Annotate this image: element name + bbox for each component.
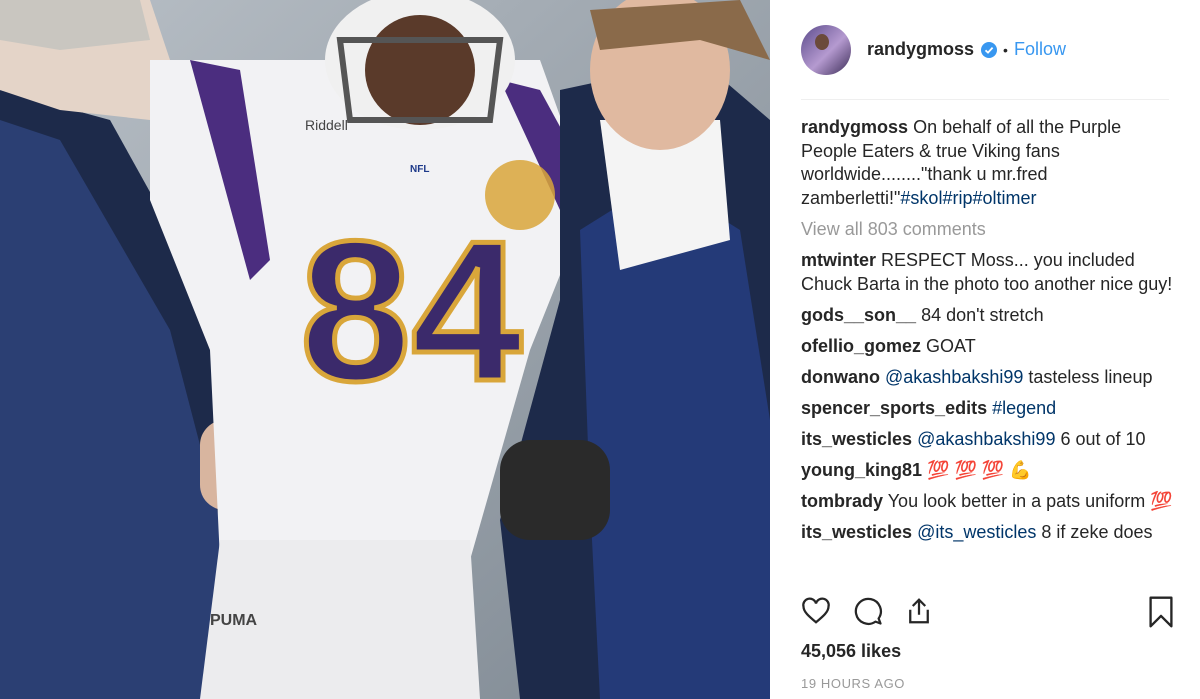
comment-mention[interactable]: @akashbakshi99: [885, 367, 1023, 387]
comment-username[interactable]: its_westicles: [801, 429, 912, 449]
comment-username[interactable]: tombrady: [801, 491, 883, 511]
caption-hashtags[interactable]: #skol#rip#oltimer: [900, 188, 1036, 208]
comment-text: tasteless lineup: [1028, 366, 1153, 387]
comment-username[interactable]: ofellio_gomez: [801, 336, 921, 356]
separator-dot: •: [1003, 41, 1008, 58]
brand-text-riddell: Riddell: [305, 117, 348, 133]
post-sidebar: randygmoss • Follow randygmoss On behalf…: [770, 0, 1200, 699]
avatar[interactable]: [801, 24, 851, 75]
comment-username[interactable]: young_king81: [801, 460, 922, 480]
verified-badge-icon: [981, 41, 998, 58]
post-header: randygmoss • Follow: [801, 0, 1169, 100]
comment-username[interactable]: spencer_sports_edits: [801, 398, 987, 418]
view-all-comments-link[interactable]: View all 803 comments: [801, 218, 1180, 242]
comment-mention[interactable]: @its_westicles: [917, 522, 1036, 542]
comment: spencer_sports_edits #legend: [801, 397, 1180, 421]
comment: ofellio_gomez GOAT: [801, 335, 1180, 359]
comment: mtwinter RESPECT Moss... you included Ch…: [801, 249, 1180, 296]
likes-count[interactable]: 45,056 likes: [801, 641, 901, 662]
instagram-post: 84 Riddell NFL PUMA randygmoss • Follow …: [0, 0, 1200, 699]
comment-username[interactable]: gods__son__: [801, 305, 916, 325]
comment-icon[interactable]: [853, 596, 883, 626]
post-timestamp[interactable]: 19 HOURS AGO: [801, 676, 905, 691]
comment: its_westicles @akashbakshi99 6 out of 10: [801, 428, 1180, 452]
comment-text: GOAT: [926, 335, 976, 356]
comment-text: 💯 💯 💯 💪: [927, 459, 1032, 480]
comment-text: 8 if zeke does: [1041, 521, 1153, 542]
comment: its_westicles @its_westicles 8 if zeke d…: [801, 521, 1180, 545]
jersey-number: 84: [300, 200, 522, 423]
caption-username[interactable]: randygmoss: [801, 117, 908, 137]
comment-username[interactable]: its_westicles: [801, 522, 912, 542]
comment-username[interactable]: donwano: [801, 367, 880, 387]
heart-icon[interactable]: [801, 596, 831, 626]
comment: tombrady You look better in a pats unifo…: [801, 490, 1180, 514]
comments-list[interactable]: randygmoss On behalf of all the Purple P…: [801, 100, 1180, 591]
comment-mention[interactable]: @akashbakshi99: [917, 429, 1055, 449]
football-photo-illustration: 84 Riddell NFL PUMA: [0, 0, 770, 699]
caption: randygmoss On behalf of all the Purple P…: [801, 116, 1180, 210]
comment-hashtag[interactable]: #legend: [992, 398, 1056, 418]
anniversary-patch: [485, 160, 555, 230]
comment-username[interactable]: mtwinter: [801, 250, 876, 270]
header-username[interactable]: randygmoss: [867, 39, 974, 60]
post-photo[interactable]: 84 Riddell NFL PUMA: [0, 0, 770, 699]
brand-text-puma: PUMA: [210, 612, 258, 629]
comment-text: 84 don't stretch: [921, 304, 1044, 325]
action-bar: [801, 596, 1174, 632]
comment: donwano @akashbakshi99 tasteless lineup: [801, 366, 1180, 390]
comment-text: 6 out of 10: [1060, 428, 1146, 449]
share-icon[interactable]: [904, 596, 934, 626]
nfl-shield: NFL: [410, 164, 429, 175]
bookmark-icon[interactable]: [1148, 596, 1174, 628]
comment-text: You look better in a pats uniform 💯: [887, 490, 1173, 511]
comment: gods__son__ 84 don't stretch: [801, 304, 1180, 328]
comment: young_king81 💯 💯 💯 💪: [801, 459, 1180, 483]
follow-button[interactable]: Follow: [1014, 39, 1066, 60]
